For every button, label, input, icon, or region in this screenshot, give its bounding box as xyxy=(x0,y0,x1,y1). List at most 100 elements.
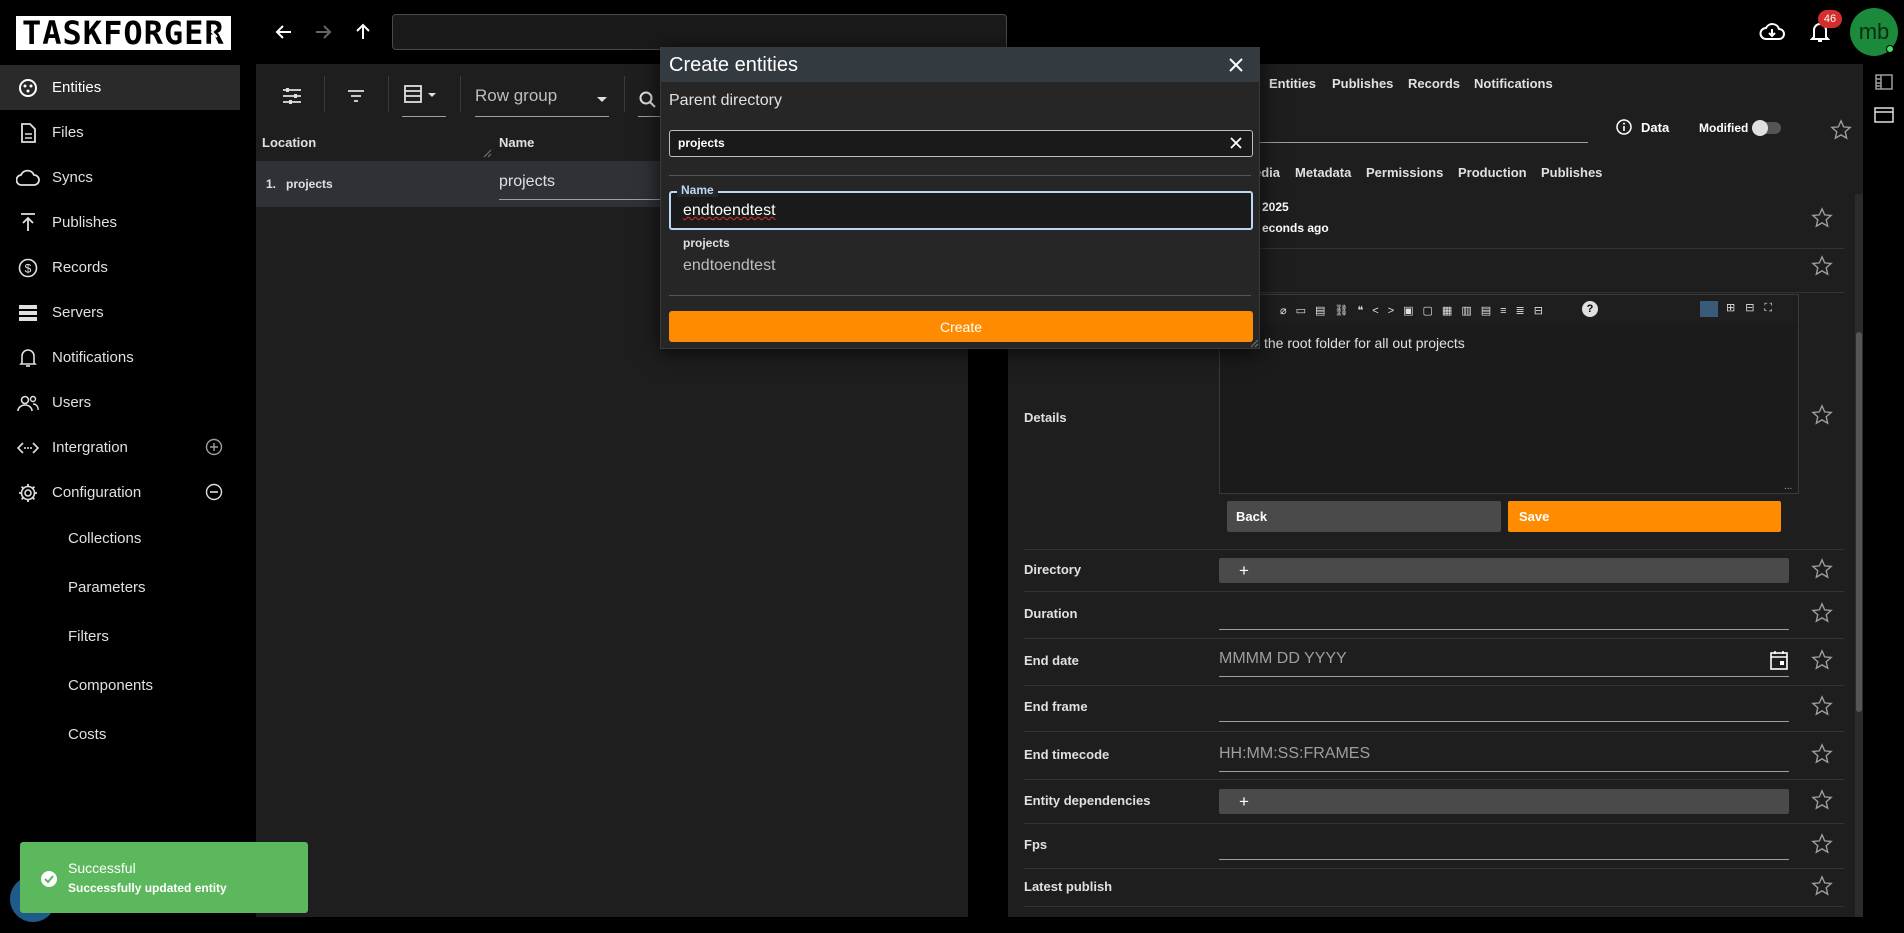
sidebar-item-label: Intergration xyxy=(52,439,128,456)
modified-toggle-knob[interactable] xyxy=(1752,120,1768,136)
star-icon[interactable] xyxy=(1811,602,1835,626)
field-label-details: Details xyxy=(1024,410,1067,425)
editor-mode-icon[interactable] xyxy=(1700,301,1718,317)
duration-input[interactable] xyxy=(1219,629,1789,630)
title-underline xyxy=(1260,142,1588,143)
create-button[interactable]: Create xyxy=(669,311,1253,342)
column-resize-handle[interactable] xyxy=(482,148,492,158)
end-date-input[interactable]: MMMM DD YYYY xyxy=(1219,650,1347,668)
column-select-icon[interactable] xyxy=(402,82,442,106)
tab-records[interactable]: Records xyxy=(1408,76,1460,91)
editor-format-icons[interactable]: ⌀▭▤⛓❝<>▣▢▦▥▤≡≣⊟ xyxy=(1280,304,1552,317)
add-circle-icon[interactable] xyxy=(204,437,224,457)
column-header-location[interactable]: Location xyxy=(262,135,316,150)
back-button[interactable]: Back xyxy=(1227,501,1501,532)
tab-publishes[interactable]: Publishes xyxy=(1332,76,1393,91)
star-icon[interactable] xyxy=(1811,558,1835,582)
sidebar-item-servers[interactable]: Servers xyxy=(0,290,240,335)
directory-add-bar[interactable]: + xyxy=(1219,558,1789,583)
sidebar-item-records[interactable]: $ Records xyxy=(0,245,240,290)
tab-production[interactable]: Production xyxy=(1458,165,1527,180)
row-divider xyxy=(1024,638,1844,639)
sidebar-item-entities[interactable]: Entities xyxy=(0,65,240,110)
back-button-label: Back xyxy=(1236,509,1268,524)
row-group-select[interactable]: Row group xyxy=(475,86,557,106)
servers-icon xyxy=(16,301,40,325)
online-status-dot xyxy=(1886,45,1894,53)
tab-entities[interactable]: Entities xyxy=(1269,76,1316,91)
collapse-sidebar-icon[interactable] xyxy=(203,20,227,44)
star-icon[interactable] xyxy=(1811,875,1835,899)
panel-layout-icon[interactable] xyxy=(1872,70,1896,94)
scrollbar-thumb[interactable] xyxy=(1856,332,1862,712)
cloud-sync-icon xyxy=(16,166,40,190)
star-icon[interactable] xyxy=(1811,404,1835,428)
star-icon[interactable] xyxy=(1811,833,1835,857)
entity-dependencies-add-bar[interactable]: + xyxy=(1219,789,1789,814)
help-icon[interactable]: ? xyxy=(1582,301,1598,317)
parent-directory-field[interactable]: projects xyxy=(669,130,1253,157)
calendar-icon[interactable] xyxy=(1770,650,1788,670)
name-field-label: Name xyxy=(677,183,718,197)
end-timecode-input[interactable]: HH:MM:SS:FRAMES xyxy=(1219,745,1370,763)
sidebar-subitem-components[interactable]: Components xyxy=(68,677,153,694)
row-name[interactable]: projects xyxy=(499,173,555,191)
search-icon[interactable] xyxy=(638,90,658,110)
row-divider xyxy=(1024,685,1844,686)
row-divider xyxy=(1024,868,1844,869)
forward-arrow-icon[interactable] xyxy=(311,20,335,44)
end-frame-input[interactable] xyxy=(1219,721,1789,722)
sidebar-subitem-costs[interactable]: Costs xyxy=(68,726,106,743)
sidebar-item-files[interactable]: Files xyxy=(0,110,240,155)
star-icon[interactable] xyxy=(1811,695,1835,719)
row-location: projects xyxy=(286,177,333,191)
data-label[interactable]: Data xyxy=(1641,120,1669,135)
create-button-label: Create xyxy=(939,319,983,335)
tab-metadata[interactable]: Metadata xyxy=(1295,165,1351,180)
star-icon[interactable] xyxy=(1811,649,1835,673)
details-editor[interactable]: ⌀▭▤⛓❝<>▣▢▦▥▤≡≣⊟ ? ⊞⊟⛶ is the root folder… xyxy=(1219,294,1799,494)
sidebar-item-label: Syncs xyxy=(52,169,93,186)
tune-icon[interactable] xyxy=(280,84,304,108)
path-input[interactable] xyxy=(392,14,1007,50)
name-field-value: endtoendtest xyxy=(683,202,776,219)
star-icon[interactable] xyxy=(1811,789,1835,813)
sidebar-subitem-collections[interactable]: Collections xyxy=(68,530,141,547)
resize-handle[interactable]: ... xyxy=(1784,481,1792,492)
collapse-circle-icon[interactable] xyxy=(204,482,224,502)
window-icon[interactable] xyxy=(1872,103,1896,127)
star-icon[interactable] xyxy=(1811,743,1835,767)
sidebar-subitem-parameters[interactable]: Parameters xyxy=(68,579,146,596)
cloud-download-icon[interactable] xyxy=(1758,18,1786,46)
row-divider xyxy=(1024,549,1844,550)
dialog-divider xyxy=(669,295,1251,296)
sidebar-item-notifications[interactable]: Notifications xyxy=(0,335,240,380)
end-timecode-underline xyxy=(1219,771,1789,772)
tab-permissions[interactable]: Permissions xyxy=(1366,165,1443,180)
filter-icon[interactable] xyxy=(344,84,368,108)
field-label-end-timecode: End timecode xyxy=(1024,747,1110,762)
clear-icon[interactable] xyxy=(1230,137,1242,149)
star-icon[interactable] xyxy=(1811,207,1835,231)
close-icon[interactable] xyxy=(1225,54,1247,76)
sidebar-subitem-filters[interactable]: Filters xyxy=(68,628,109,645)
column-header-name[interactable]: Name xyxy=(499,135,534,150)
modified-label: Modified xyxy=(1699,121,1749,135)
name-field[interactable]: Name endtoendtest xyxy=(669,183,1253,230)
editor-view-icons[interactable]: ⊞⊟⛶ xyxy=(1726,301,1782,315)
save-button[interactable]: Save xyxy=(1508,501,1781,532)
chevron-down-icon[interactable] xyxy=(596,96,608,104)
dialog-resize-handle[interactable] xyxy=(1249,338,1259,348)
tab-notifications[interactable]: Notifications xyxy=(1474,76,1553,91)
tab-publishes-sub[interactable]: Publishes xyxy=(1541,165,1602,180)
sidebar-item-users[interactable]: Users xyxy=(0,380,240,425)
sidebar-item-syncs[interactable]: Syncs xyxy=(0,155,240,200)
up-arrow-icon[interactable] xyxy=(351,20,375,44)
fps-input[interactable] xyxy=(1219,859,1789,860)
star-icon[interactable] xyxy=(1830,119,1852,141)
sidebar-item-publishes[interactable]: Publishes xyxy=(0,200,240,245)
back-arrow-icon[interactable] xyxy=(272,20,296,44)
plus-icon: + xyxy=(1239,561,1249,580)
star-icon[interactable] xyxy=(1811,255,1835,279)
row-index: 1. xyxy=(266,177,277,191)
